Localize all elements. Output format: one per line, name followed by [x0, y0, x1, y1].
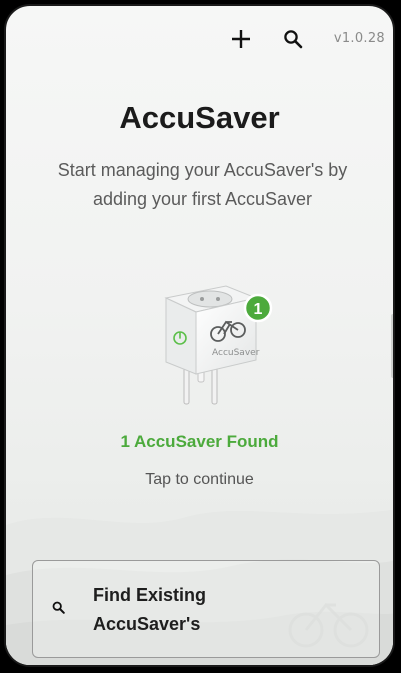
tap-to-continue-text[interactable]: Tap to continue	[6, 471, 393, 489]
phone-screen: v1.0.28 AccuSaver Start managing your Ac…	[4, 4, 395, 667]
app-version: v1.0.28	[333, 31, 385, 46]
page-subtitle: Start managing your AccuSaver's by addin…	[57, 160, 348, 209]
side-scroll-handle[interactable]	[391, 314, 393, 378]
smart-plug-image: AccuSaver 1	[164, 285, 273, 405]
search-icon	[52, 601, 65, 614]
plug-brand-text: AccuSaver	[212, 348, 260, 358]
page-title: AccuSaver	[119, 100, 280, 135]
add-device-button[interactable]	[226, 24, 256, 54]
device-found-text[interactable]: 1 AccuSaver Found	[6, 432, 393, 452]
find-existing-button[interactable]: Find Existing AccuSaver's	[32, 560, 380, 658]
find-existing-label: Find Existing AccuSaver's	[93, 585, 207, 634]
search-button[interactable]	[278, 24, 308, 54]
badge-count: 1	[254, 301, 263, 318]
plus-icon	[232, 30, 250, 48]
found-device-illustration[interactable]: AccuSaver 1	[154, 276, 274, 416]
search-icon	[284, 30, 303, 49]
top-bar: v1.0.28	[6, 24, 393, 54]
